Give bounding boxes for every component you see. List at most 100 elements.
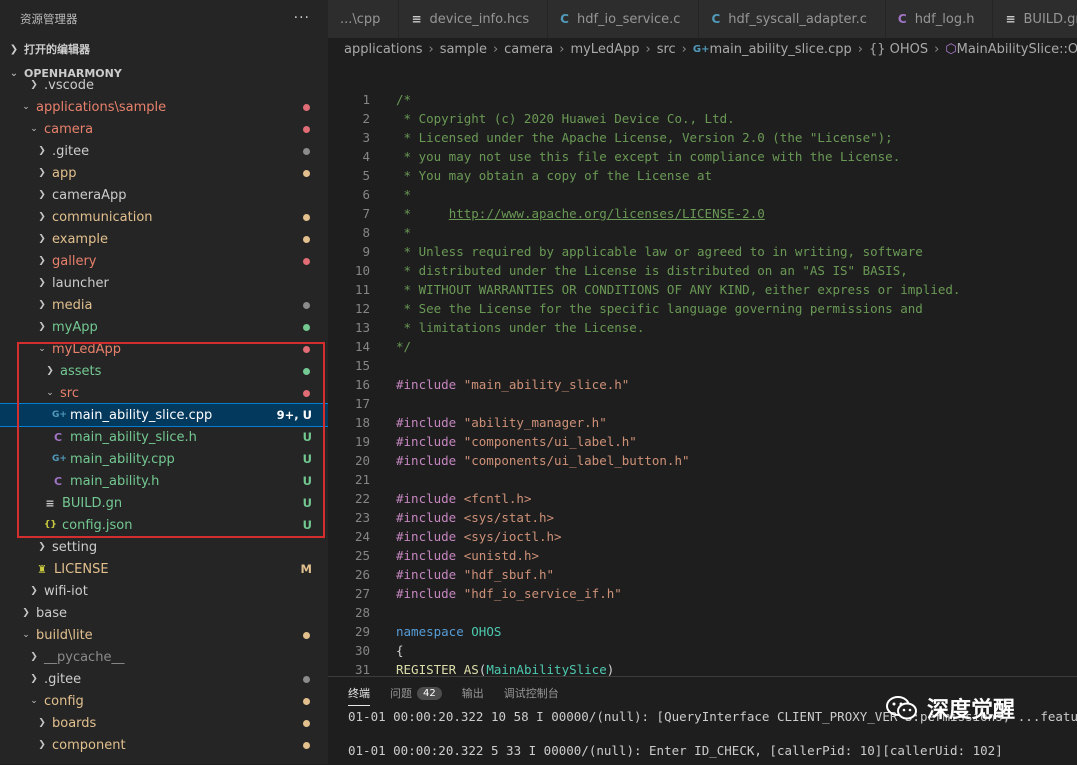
code-line: 30 { [328,641,1077,660]
breadcrumb-item[interactable]: camera [504,42,553,57]
panel-tab[interactable]: 问题 42 [390,685,442,701]
chevron-right-icon: ❯ [38,234,46,244]
watermark-text: 深度觉醒 [927,698,1016,723]
chevron-right-icon: › [428,41,434,57]
code-line: 16 #include "main_ability_slice.h" [328,375,1077,394]
panel-tab-label: 调试控制台 [503,687,559,700]
code-token: * See the License for the specific langu… [396,301,923,316]
folder-item[interactable]: ⌄ applications\sample [0,96,328,118]
tree-item-label: communication [52,209,153,225]
breadcrumb-item[interactable]: sample [440,42,487,57]
breadcrumb-item[interactable]: main_ability_slice.cpp [709,42,851,57]
code-text: #include "hdf_io_service_if.h" [396,584,622,603]
chevron-right-icon: ❯ [38,212,46,222]
file-item[interactable]: ≡ BUILD.gn U [0,492,328,514]
folder-item[interactable]: ❯ media [0,294,328,316]
line-number: 24 [354,529,370,544]
file-item[interactable]: {} config.json U [0,514,328,536]
tree-item-label: myLedApp [52,341,122,357]
code-text: #include "ability_manager.h" [396,413,607,432]
code-line: 23 #include <sys/stat.h> [328,508,1077,527]
folder-item[interactable]: ⌄ src [0,382,328,404]
chevron-right-icon: ❯ [30,652,38,662]
c-header-file-icon: C [53,430,63,444]
code-token: #include [396,510,464,525]
git-status-dot [303,170,310,177]
editor-tab[interactable]: Chdf_log.h [885,0,994,38]
file-item[interactable]: ♜ LICENSE M [0,558,328,580]
folder-item[interactable]: ⌄ config [0,690,328,712]
panel-tab[interactable]: 调试控制台 [504,685,559,701]
folder-item[interactable]: ❯ setting [0,536,328,558]
tree-item-label: main_ability_slice.cpp [70,407,213,423]
code-line: 14 */ [328,337,1077,356]
breadcrumb-item[interactable]: myLedApp [570,42,639,57]
panel-tab[interactable]: 输出 [462,685,484,701]
code-token: * limitations under the License. [396,320,645,335]
breadcrumb-item[interactable]: applications [344,42,422,57]
file-item[interactable]: G+ main_ability.cpp U [0,448,328,470]
code-token: ) [606,662,615,676]
code-editor[interactable]: 1 /* 2 * Copyright (c) 2020 Huawei Device … [328,90,1077,676]
folder-item[interactable]: ❯ .gitee [0,668,328,690]
folder-item[interactable]: ❯ __pycache__ [0,646,328,668]
folder-item[interactable]: ⌄ myLedApp [0,338,328,360]
folder-item[interactable]: ⌄ camera [0,118,328,140]
code-text: * See the License for the specific langu… [396,299,923,318]
license-file-icon: ♜ [37,562,47,576]
panel-tab-label: 问题 [390,687,412,700]
chevron-right-icon: ❯ [30,586,38,596]
code-line: 19 #include "components/ui_label.h" [328,432,1077,451]
folder-item[interactable]: ❯ component [0,734,328,756]
editor-tab[interactable]: ≡ device_info.hcs [399,0,549,38]
editor-tab[interactable]: ≡ BUILD.gn [993,0,1077,38]
code-token: /* [396,92,412,107]
code-text: * Unless required by applicable law or a… [396,242,923,261]
code-text: #include "hdf_sbuf.h" [396,565,554,584]
file-item[interactable]: G+ main_ability_slice.cpp 9+, U [0,403,328,427]
folder-item[interactable]: ❯ launcher [0,272,328,294]
open-editors-section[interactable]: ❯ 打开的编辑器 [0,38,328,60]
more-actions-icon[interactable]: ··· [294,10,310,26]
code-token: MainAbilitySlice [486,662,607,676]
file-item[interactable]: Cmain_ability.h U [0,470,328,492]
folder-item[interactable]: ❯ .gitee [0,140,328,162]
code-token: * [396,187,412,202]
editor-tab[interactable]: Chdf_syscall_adapter.c [699,0,886,38]
terminal-line: 01-01 00:00:20.322 5 33 I 00000/(null): … [348,743,1003,758]
code-token: "components/ui_label_button.h" [463,453,690,468]
code-token: * WITHOUT WARRANTIES OR CONDITIONS OF AN… [396,282,961,297]
folder-item[interactable]: ❯ boards [0,712,328,734]
tree-item-label: example [52,231,108,247]
breadcrumb-item[interactable]: src [657,42,676,57]
code-text: #include <unistd.h> [396,546,539,565]
editor-tab[interactable]: Chdf_io_service.c [548,0,700,38]
breadcrumb: applications › sample › camera › myLedApp › src ›… [328,38,1077,60]
line-number: 14 [354,339,370,354]
folder-item[interactable]: ❯ .vscode [0,74,328,96]
code-token: "components/ui_label.h" [463,434,637,449]
folder-item[interactable]: ❯ example [0,228,328,250]
file-item[interactable]: Cmain_ability_slice.h U [0,426,328,448]
folder-item[interactable]: ❯ assets [0,360,328,382]
panel-tab[interactable]: 终端 [348,685,370,706]
folder-item[interactable]: ❯ cameraApp [0,184,328,206]
breadcrumb-item[interactable]: {} OHOS [869,42,928,57]
tree-item-label: build\lite [36,627,93,643]
line-number: 13 [354,320,370,335]
folder-item[interactable]: ❯ wifi-iot [0,580,328,602]
folder-item[interactable]: ❯ communication [0,206,328,228]
cpp-file-icon: G+ [52,454,67,464]
code-text: */ [396,337,411,356]
folder-item[interactable]: ❯ myApp [0,316,328,338]
editor-tab[interactable]: ...\cpp [328,0,400,38]
code-line: 27 #include "hdf_io_service_if.h" [328,584,1077,603]
folder-item[interactable]: ❯ gallery [0,250,328,272]
chevron-down-icon: ⌄ [30,124,38,134]
folder-item[interactable]: ❯ base [0,602,328,624]
git-status-dot [303,302,310,309]
breadcrumb-item[interactable]: MainAbilitySlice::OnStop() [957,42,1077,57]
git-status-dot [303,214,310,221]
folder-item[interactable]: ❯ app [0,162,328,184]
folder-item[interactable]: ⌄ build\lite [0,624,328,646]
